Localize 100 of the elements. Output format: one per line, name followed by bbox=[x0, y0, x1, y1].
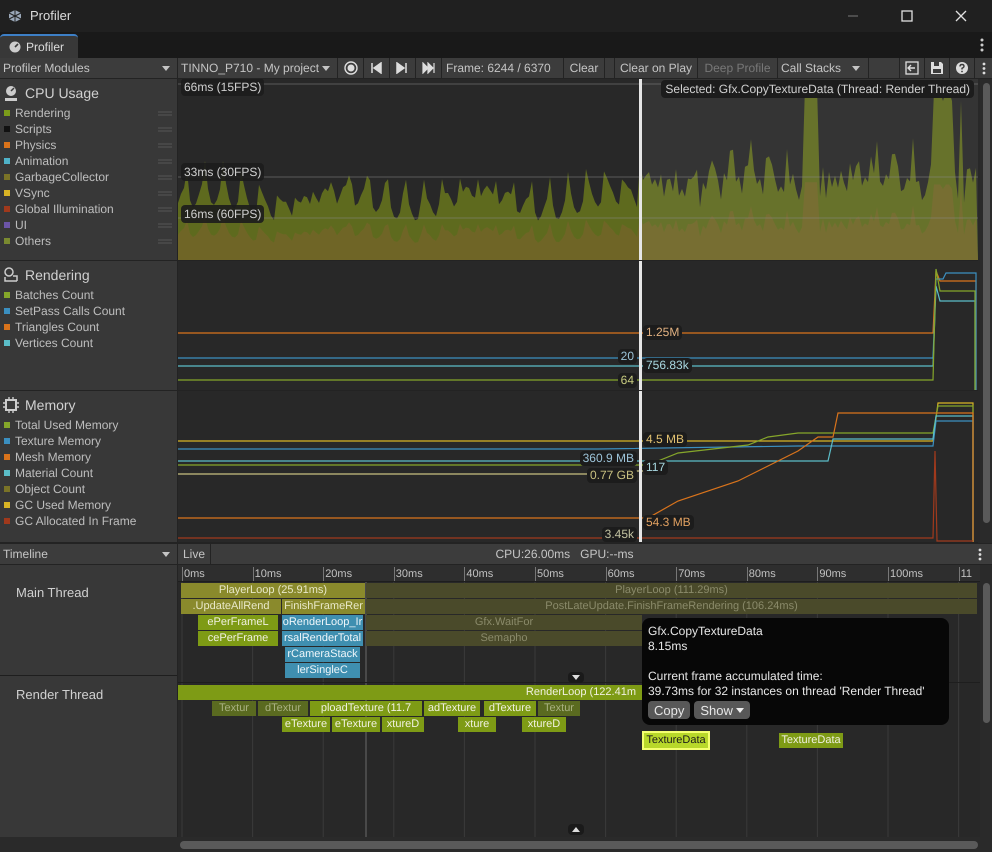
selection-label: Selected: Gfx.CopyTextureData (Thread: Render Thread) bbox=[661, 80, 974, 98]
more-options-icon[interactable] bbox=[982, 62, 986, 74]
skip-forward-icon bbox=[396, 62, 409, 74]
drag-handle-icon[interactable] bbox=[158, 110, 172, 116]
legend-label[interactable]: Vertices Count bbox=[15, 334, 172, 352]
value-label: 20 bbox=[618, 349, 637, 364]
horizontal-scrollbar-thumb[interactable] bbox=[180, 840, 978, 848]
caret-icon bbox=[736, 708, 744, 712]
module-title[interactable]: Memory bbox=[25, 394, 76, 416]
value-label: 756.83k bbox=[643, 358, 692, 373]
profiler-tab[interactable]: Profiler bbox=[0, 34, 78, 58]
legend-label[interactable]: Texture Memory bbox=[15, 432, 172, 450]
drag-handle-icon[interactable] bbox=[158, 222, 172, 228]
time-tick-label: 80ms bbox=[748, 567, 776, 582]
save-icon bbox=[930, 61, 944, 75]
caret-icon bbox=[162, 552, 170, 556]
caret-icon bbox=[322, 66, 330, 70]
timeline-sample[interactable]: rCameraStack bbox=[285, 647, 360, 662]
time-tick-label: 50ms bbox=[537, 567, 564, 582]
caret-down-icon bbox=[572, 675, 580, 680]
frame-timing-summary: CPU:26.00ms GPU:--ms bbox=[494, 546, 635, 563]
module-title[interactable]: CPU Usage bbox=[25, 82, 99, 104]
more-options-icon[interactable] bbox=[978, 548, 982, 560]
time-tick-label: 70ms bbox=[678, 567, 706, 582]
live-button[interactable]: Live bbox=[178, 544, 212, 564]
tooltip-title: Gfx.CopyTextureData bbox=[648, 624, 764, 639]
thread-label: Main Thread bbox=[16, 584, 89, 602]
grid-label: 66ms (15FPS) bbox=[181, 79, 264, 96]
scrollbar-thumb[interactable] bbox=[982, 83, 990, 523]
selected-frame-marker[interactable] bbox=[639, 261, 642, 390]
fast-forward-icon bbox=[422, 62, 435, 74]
scrollbar-thumb[interactable] bbox=[982, 583, 990, 723]
caret-icon bbox=[852, 66, 860, 70]
value-label: 1.25M bbox=[643, 325, 682, 340]
legend-label[interactable]: Others bbox=[15, 232, 153, 250]
gauge-icon bbox=[8, 40, 22, 54]
copy-button[interactable]: Copy bbox=[648, 701, 690, 719]
value-label: 3.45k bbox=[602, 527, 637, 542]
legend-label[interactable]: Scripts bbox=[15, 120, 153, 138]
timeline-sample[interactable]: rsalRenderTotal bbox=[282, 631, 363, 646]
call-stacks-dropdown[interactable]: Call Stacks bbox=[778, 58, 869, 78]
grid-label: 16ms (60FPS) bbox=[181, 205, 264, 223]
tooltip-heading: Current frame accumulated time: bbox=[648, 669, 824, 684]
legend-label[interactable]: Rendering bbox=[15, 104, 153, 122]
value-label: 64 bbox=[618, 373, 637, 388]
drag-handle-icon[interactable] bbox=[158, 174, 172, 180]
value-label: 117 bbox=[643, 460, 668, 475]
tooltip-detail: 39.73ms for 32 instances on thread 'Render Thread' bbox=[648, 684, 926, 699]
legend-label[interactable]: GarbageCollector bbox=[15, 168, 153, 186]
help-icon bbox=[955, 61, 969, 75]
drag-handle-icon[interactable] bbox=[158, 190, 172, 196]
drag-handle-icon[interactable] bbox=[158, 206, 172, 212]
target-dropdown[interactable]: TINNO_P710 - My project bbox=[178, 58, 338, 78]
toolbar-button[interactable]: Clear on Play bbox=[614, 58, 698, 78]
time-tick-label: 20ms bbox=[325, 567, 352, 582]
time-tick-label: 11 bbox=[960, 567, 972, 582]
timeline-sample[interactable]: TextureData bbox=[644, 733, 708, 748]
legend-label[interactable]: Mesh Memory bbox=[15, 448, 172, 466]
value-label: 4.5 MB bbox=[643, 432, 688, 447]
drag-handle-icon[interactable] bbox=[158, 142, 172, 148]
legend-label[interactable]: Object Count bbox=[15, 480, 172, 498]
window-title: Profiler bbox=[30, 7, 72, 26]
legend-label[interactable]: Batches Count bbox=[15, 286, 172, 304]
legend-label[interactable]: SetPass Calls Count bbox=[15, 302, 172, 320]
legend-label[interactable]: VSync bbox=[15, 184, 153, 202]
drag-handle-icon[interactable] bbox=[158, 126, 172, 132]
time-tick-label: 0ms bbox=[184, 567, 205, 582]
show-dropdown[interactable]: Show bbox=[694, 701, 750, 719]
legend-label[interactable]: Material Count bbox=[15, 464, 172, 482]
more-options-icon[interactable] bbox=[980, 38, 984, 52]
module-title[interactable]: Rendering bbox=[25, 264, 90, 286]
legend-label[interactable]: Triangles Count bbox=[15, 318, 172, 336]
skip-back-icon bbox=[370, 62, 383, 74]
frame-counter: Frame: 6244 / 6370 bbox=[442, 58, 564, 78]
app-logo-icon bbox=[8, 9, 22, 23]
toolbar-button[interactable]: Clear bbox=[564, 58, 605, 78]
legend-label[interactable]: UI bbox=[15, 216, 153, 234]
timeline-sample[interactable]: lerSingleC bbox=[285, 663, 360, 678]
legend-label[interactable]: GC Allocated In Frame bbox=[15, 512, 172, 530]
load-icon bbox=[905, 61, 919, 75]
expand-toggle-button[interactable] bbox=[568, 824, 584, 835]
drag-handle-icon[interactable] bbox=[158, 238, 172, 244]
time-tick-label: 40ms bbox=[466, 567, 494, 582]
legend-label[interactable]: GC Used Memory bbox=[15, 496, 172, 514]
legend-label[interactable]: Global Illumination bbox=[15, 200, 153, 218]
legend-label[interactable]: Total Used Memory bbox=[15, 416, 172, 434]
caret-icon bbox=[162, 66, 170, 70]
chip-icon bbox=[3, 397, 19, 413]
time-tick-label: 30ms bbox=[396, 567, 423, 582]
legend-label[interactable]: Animation bbox=[15, 152, 153, 170]
thread-label: Render Thread bbox=[16, 686, 104, 704]
drag-handle-icon[interactable] bbox=[158, 158, 172, 164]
tooltip-duration: 8.15ms bbox=[648, 639, 688, 654]
legend-label[interactable]: Physics bbox=[15, 136, 153, 154]
modules-dropdown[interactable]: Profiler Modules bbox=[0, 58, 178, 78]
selected-frame-marker[interactable] bbox=[639, 391, 642, 542]
timeline-sample[interactable]: oRenderLoop_Ir bbox=[282, 615, 363, 630]
collapse-toggle-button[interactable] bbox=[568, 672, 584, 683]
grid-label: 33ms (30FPS) bbox=[181, 163, 264, 181]
timeline-view-dropdown[interactable]: Timeline bbox=[0, 544, 178, 564]
